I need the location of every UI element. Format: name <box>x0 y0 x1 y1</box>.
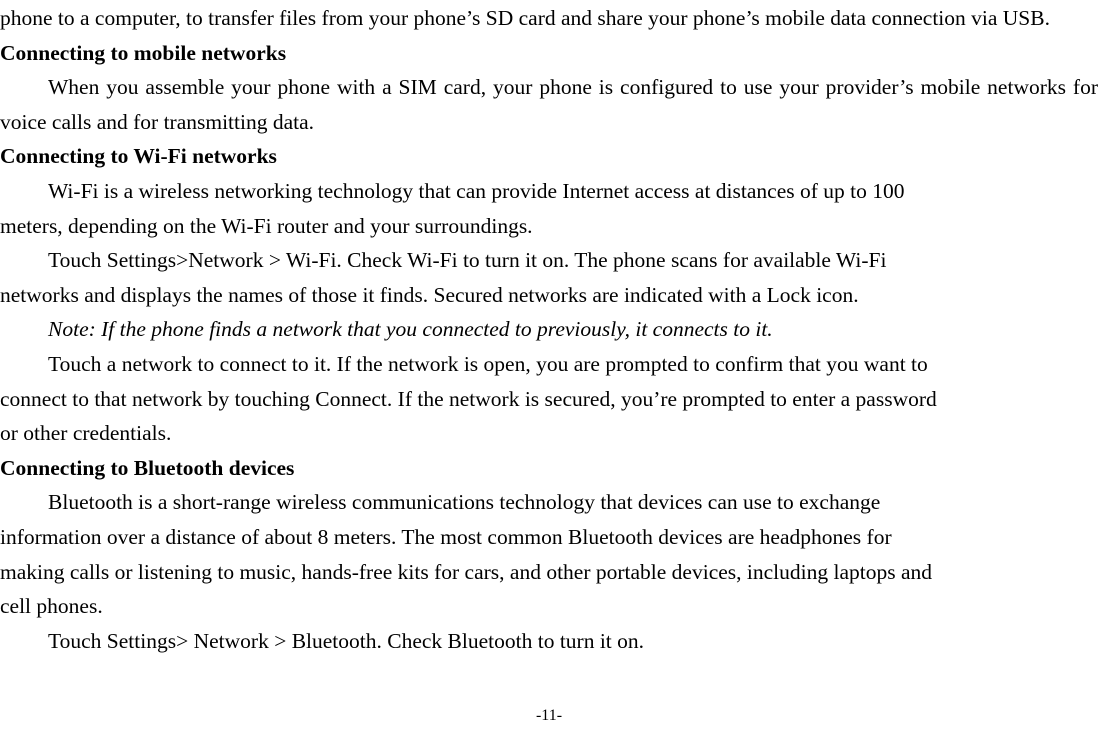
paragraph-wifi-note: Note: If the phone finds a network that … <box>0 312 1098 347</box>
paragraph-bluetooth-description-line-1: Bluetooth is a short-range wireless comm… <box>48 490 881 515</box>
paragraph-bluetooth-settings-path: Touch Settings> Network > Bluetooth. Che… <box>0 624 1098 659</box>
paragraph-wifi-settings-path-line-2: networks and displays the names of those… <box>0 282 859 307</box>
paragraph-bluetooth-description-line-4: cell phones. <box>0 594 103 619</box>
paragraph-mobile-networks-text: When you assemble your phone with a SIM … <box>0 75 1098 134</box>
paragraph-wifi-description: Wi-Fi is a wireless networking technolog… <box>0 174 1098 243</box>
paragraph-mobile-networks: When you assemble your phone with a SIM … <box>0 70 1098 139</box>
paragraph-intro-text: phone to a computer, to transfer files f… <box>0 6 1050 30</box>
paragraph-bluetooth-settings-path-text: Touch Settings> Network > Bluetooth. Che… <box>48 628 645 653</box>
paragraph-bluetooth-description-line-3: making calls or listening to music, hand… <box>0 559 933 584</box>
paragraph-wifi-settings-path: Touch Settings>Network > Wi-Fi. Check Wi… <box>0 243 1098 312</box>
paragraph-wifi-description-line-2: meters, depending on the Wi-Fi router an… <box>0 213 533 238</box>
heading-connecting-wifi-networks: Connecting to Wi-Fi networks <box>0 144 277 169</box>
paragraph-wifi-settings-path-line-1: Touch Settings>Network > Wi-Fi. Check Wi… <box>48 248 887 273</box>
page-content: phone to a computer, to transfer files f… <box>0 0 1098 658</box>
heading-connecting-mobile-networks: Connecting to mobile networks <box>0 40 287 65</box>
paragraph-wifi-connect-line-3: or other credentials. <box>0 421 172 446</box>
paragraph-wifi-connect-line-1: Touch a network to connect to it. If the… <box>48 351 928 376</box>
page-number-footer: -11- <box>535 707 563 724</box>
paragraph-bluetooth-description-line-2: information over a distance of about 8 m… <box>0 524 892 549</box>
paragraph-bluetooth-description: Bluetooth is a short-range wireless comm… <box>0 485 1098 623</box>
paragraph-wifi-connect: Touch a network to connect to it. If the… <box>0 347 1098 451</box>
paragraph-wifi-note-text: Note: If the phone finds a network that … <box>48 317 773 342</box>
document-page: phone to a computer, to transfer files f… <box>0 0 1098 735</box>
paragraph-wifi-description-line-1: Wi-Fi is a wireless networking technolog… <box>48 178 905 203</box>
paragraph-intro: phone to a computer, to transfer files f… <box>0 1 1098 36</box>
paragraph-wifi-connect-line-2: connect to that network by touching Conn… <box>0 386 937 411</box>
heading-connecting-bluetooth-devices: Connecting to Bluetooth devices <box>0 455 295 480</box>
